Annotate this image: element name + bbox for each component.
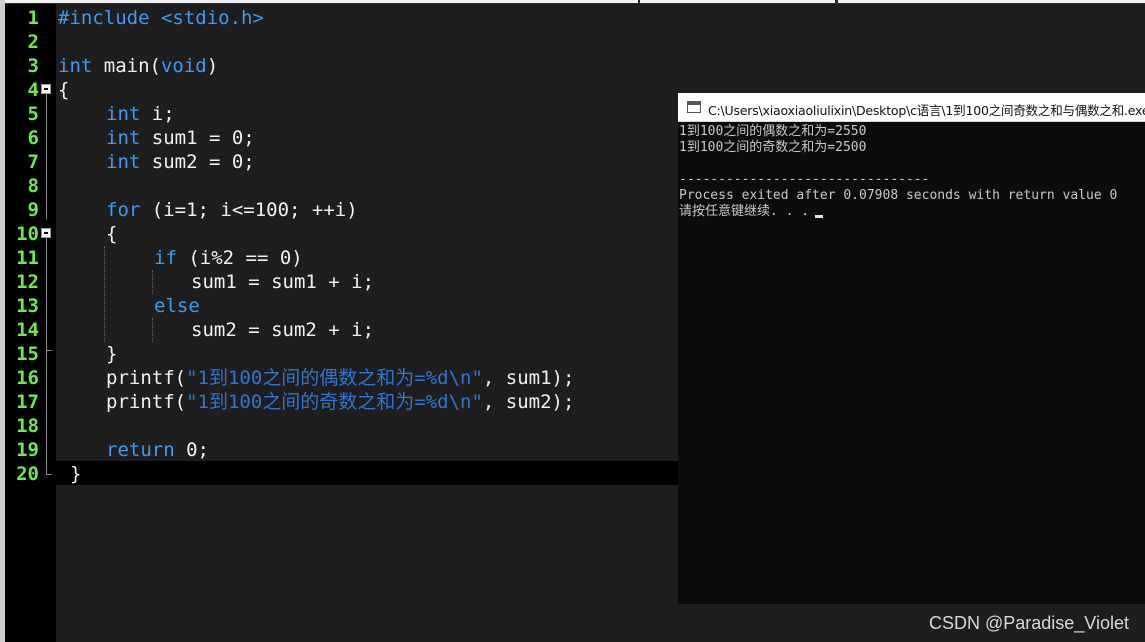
code-line-printf-odd: printf("1到100之间的奇数之和为=%d\n", sum2); bbox=[106, 390, 574, 414]
code-line-for: for (i=1; i<=100; ++i) bbox=[106, 198, 358, 222]
fold-collapse-icon[interactable] bbox=[41, 84, 51, 94]
code-line-printf-even: printf("1到100之间的偶数之和为=%d\n", sum1); bbox=[106, 366, 574, 390]
line-number: 9 bbox=[27, 199, 39, 221]
watermark: CSDN @Paradise_Violet bbox=[928, 613, 1129, 633]
code-line-open-brace: { bbox=[58, 79, 70, 101]
console-prompt: 请按任意键继续. . . bbox=[679, 204, 810, 219]
console-title: C:\Users\xiaoxiaoliulixin\Desktop\c语言\1到… bbox=[708, 103, 1145, 118]
keyword: int bbox=[106, 151, 141, 173]
code-text: , sum2); bbox=[482, 391, 575, 413]
code-text: sum2 = 0; bbox=[140, 151, 255, 173]
line-number: 11 bbox=[16, 247, 39, 269]
line-number: 7 bbox=[27, 151, 39, 173]
code-text: printf( bbox=[106, 391, 187, 413]
code-line-include: #include <stdio.h> bbox=[58, 7, 264, 29]
line-number: 15 bbox=[16, 343, 39, 365]
indent-guide bbox=[104, 246, 105, 342]
line-number: 16 bbox=[16, 367, 39, 389]
fold-end-marker bbox=[46, 474, 52, 475]
code-line-for-close: } bbox=[106, 343, 118, 365]
code-text: (i%2 == 0) bbox=[176, 247, 303, 269]
console-output-line: 1到100之间的奇数之和为=2500 bbox=[679, 140, 867, 155]
line-number: 12 bbox=[16, 271, 39, 293]
string-literal: "1到100之间的奇数之和为=%d\n" bbox=[186, 391, 483, 413]
keyword: if bbox=[154, 247, 177, 269]
line-number: 10 bbox=[16, 223, 39, 245]
line-number: 20 bbox=[16, 463, 39, 485]
code-line-close-brace: } bbox=[70, 463, 82, 485]
fold-line bbox=[46, 238, 47, 350]
line-number: 5 bbox=[27, 103, 39, 125]
code-text: , sum1); bbox=[482, 367, 575, 389]
code-line-else: else bbox=[154, 295, 200, 317]
console-prompt-line: 请按任意键继续. . . bbox=[679, 204, 824, 220]
code-text: 0; bbox=[174, 439, 209, 461]
keyword: int bbox=[58, 55, 93, 77]
line-number: 8 bbox=[27, 175, 39, 197]
code-text: ) bbox=[206, 55, 219, 77]
code-line-sum1-add: sum1 = sum1 + i; bbox=[191, 271, 375, 293]
line-number: 6 bbox=[27, 127, 39, 149]
string-literal: "1到100之间的偶数之和为=%d\n" bbox=[186, 367, 483, 389]
line-number: 1 bbox=[27, 7, 39, 29]
keyword: for bbox=[106, 199, 141, 221]
text-cursor bbox=[815, 215, 824, 218]
keyword: void bbox=[160, 55, 207, 77]
line-number: 3 bbox=[27, 55, 39, 77]
code-text: sum1 = 0; bbox=[140, 127, 255, 149]
line-number: 14 bbox=[16, 319, 39, 341]
code-text: printf( bbox=[106, 367, 187, 389]
code-text: main( bbox=[92, 55, 161, 77]
code-line-decl-sum1: int sum1 = 0; bbox=[106, 126, 255, 150]
console-window[interactable]: C:\Users\xiaoxiaoliulixin\Desktop\c语言\1到… bbox=[678, 93, 1145, 604]
code-text: (i=1; i<=100; ++i) bbox=[140, 199, 358, 221]
indent-guide bbox=[152, 318, 153, 342]
console-exit-status: Process exited after 0.07908 seconds wit… bbox=[679, 188, 1118, 203]
keyword: int bbox=[106, 127, 141, 149]
fold-collapse-icon[interactable] bbox=[41, 228, 51, 238]
console-window-icon bbox=[687, 101, 701, 113]
code-line-sum2-add: sum2 = sum2 + i; bbox=[191, 319, 375, 341]
console-title-bar[interactable]: C:\Users\xiaoxiaoliulixin\Desktop\c语言\1到… bbox=[678, 93, 1145, 122]
line-number: 18 bbox=[16, 415, 39, 437]
indent-guide bbox=[152, 270, 153, 294]
fold-line bbox=[46, 94, 47, 219]
current-line-highlight bbox=[56, 461, 680, 485]
code-line-return: return 0; bbox=[106, 438, 209, 462]
keyword: int bbox=[106, 103, 141, 125]
console-output-line: 1到100之间的偶数之和为=2550 bbox=[679, 124, 867, 139]
line-number: 2 bbox=[27, 31, 39, 53]
line-number: 17 bbox=[16, 391, 39, 413]
line-number: 4 bbox=[27, 79, 39, 101]
keyword: return bbox=[106, 439, 175, 461]
line-number-gutter: 1 2 3 4 5 6 7 8 9 10 11 12 13 14 15 16 1… bbox=[5, 4, 56, 642]
code-text: i; bbox=[140, 103, 175, 125]
line-number: 13 bbox=[16, 295, 39, 317]
code-line-main: int main(void) bbox=[58, 54, 218, 78]
code-line-decl-sum2: int sum2 = 0; bbox=[106, 150, 255, 174]
code-line-if: if (i%2 == 0) bbox=[154, 246, 303, 270]
fold-line bbox=[46, 350, 47, 474]
console-separator: -------------------------------- bbox=[679, 172, 930, 187]
line-number: 19 bbox=[16, 439, 39, 461]
code-line-for-brace: { bbox=[106, 223, 118, 245]
code-line-decl-i: int i; bbox=[106, 102, 175, 126]
